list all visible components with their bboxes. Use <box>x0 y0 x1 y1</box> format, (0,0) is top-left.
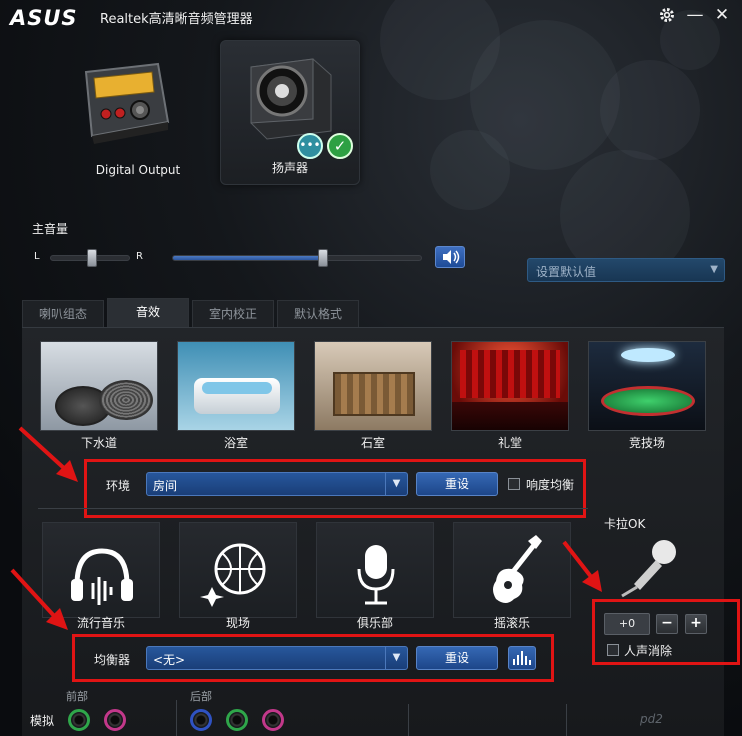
volume-slider-fill <box>173 256 322 260</box>
front-green-jack-icon[interactable] <box>68 709 90 731</box>
tab-sound-effects[interactable]: 音效 <box>107 298 189 328</box>
equalizer-select[interactable]: <无> ▼ <box>146 646 408 670</box>
rear-blue-jack-icon[interactable] <box>190 709 212 731</box>
disco-ball-icon <box>200 543 266 607</box>
watermark-text: pd2 <box>640 712 663 726</box>
footer-divider <box>408 704 409 736</box>
vocal-cancel-checkbox[interactable] <box>607 644 619 656</box>
tab-room-correction[interactable]: 室内校正 <box>192 300 274 328</box>
front-pink-jack-icon[interactable] <box>104 709 126 731</box>
vocal-cancel-label: 人声消除 <box>624 644 673 658</box>
balance-slider-thumb[interactable] <box>87 249 97 267</box>
arena-image <box>588 341 706 431</box>
footer-divider <box>566 704 567 736</box>
environment-auditorium[interactable]: 礼堂 <box>451 341 569 453</box>
karaoke-minus-button[interactable]: − <box>656 614 678 634</box>
device-label: 扬声器 <box>271 161 308 175</box>
jack-divider <box>176 700 177 736</box>
environment-row-label: 环境 <box>106 479 131 493</box>
environment-arena[interactable]: 竞技场 <box>588 341 706 453</box>
environment-label: 竞技场 <box>628 436 665 450</box>
front-jacks-label: 前部 <box>66 690 88 703</box>
master-volume-title: 主音量 <box>32 222 69 236</box>
device-speaker[interactable]: ••• ✓ 扬声器 <box>220 40 360 185</box>
rear-pink-jack-icon[interactable] <box>262 709 284 731</box>
karaoke-key-value: +0 <box>604 613 650 635</box>
environment-label: 礼堂 <box>497 436 522 450</box>
eq-preset-label: 俱乐部 <box>356 616 393 630</box>
microphone-icon <box>357 545 395 605</box>
chevron-down-icon: ▼ <box>385 647 407 669</box>
chat-icon: ••• <box>297 133 323 159</box>
karaoke-title: 卡拉OK <box>604 517 646 531</box>
eq-preset-label: 现场 <box>225 616 250 630</box>
balance-left-label: L <box>34 251 40 262</box>
device-label: Digital Output <box>95 163 181 177</box>
environment-label: 石室 <box>360 436 385 450</box>
environment-select-value: 房间 <box>153 479 178 493</box>
chevron-down-icon: ▼ <box>385 473 407 495</box>
eq-preset-club[interactable] <box>316 522 434 618</box>
set-default-device-select[interactable]: 设置默认值 ▼ <box>527 258 725 282</box>
sewer-image <box>40 341 158 431</box>
annotation-arrow <box>18 426 78 482</box>
realtek-audio-manager-window: ASUS Realtek高清晰音频管理器 — ✕ Digital Output <box>0 0 742 736</box>
balance-slider[interactable] <box>50 249 130 267</box>
volume-slider-thumb[interactable] <box>318 249 328 267</box>
annotation-arrow <box>10 568 68 630</box>
device-digital-output[interactable]: Digital Output <box>68 40 208 185</box>
eq-preset-rock[interactable] <box>453 522 571 618</box>
karaoke-microphone-icon <box>621 540 676 598</box>
digital-output-icon <box>84 62 170 144</box>
eq-preset-label: 摇滚乐 <box>493 616 530 630</box>
checkmark-icon: ✓ <box>327 133 353 159</box>
bathroom-image <box>177 341 295 431</box>
tab-default-format[interactable]: 默认格式 <box>277 300 359 328</box>
chevron-down-icon: ▼ <box>710 264 718 275</box>
graphic-equalizer-icon <box>513 651 531 665</box>
annotation-arrow <box>562 540 602 592</box>
loudness-equalization-checkbox[interactable] <box>508 478 520 490</box>
stone-room-image <box>314 341 432 431</box>
analog-label: 模拟 <box>30 714 55 728</box>
window-title: Realtek高清晰音频管理器 <box>100 12 253 27</box>
speaker-volume-icon <box>443 250 460 264</box>
loudness-equalization-label: 响度均衡 <box>526 478 575 492</box>
environment-label: 浴室 <box>223 436 248 450</box>
close-button[interactable]: ✕ <box>711 4 733 26</box>
asus-logo: ASUS <box>10 6 78 30</box>
environment-select[interactable]: 房间 ▼ <box>146 472 408 496</box>
karaoke-plus-button[interactable]: + <box>685 614 707 634</box>
eq-preset-live[interactable] <box>179 522 297 618</box>
guitar-icon <box>493 535 542 603</box>
mute-button[interactable] <box>435 246 465 268</box>
title-bar: ASUS Realtek高清晰音频管理器 — ✕ <box>0 0 742 32</box>
environment-stone-room[interactable]: 石室 <box>314 341 432 453</box>
minimize-button[interactable]: — <box>684 4 706 26</box>
section-divider <box>38 508 588 509</box>
volume-slider[interactable] <box>172 249 422 267</box>
speaker-icon <box>250 58 332 140</box>
tab-speaker-config[interactable]: 喇叭组态 <box>22 300 104 328</box>
set-default-device-label: 设置默认值 <box>536 265 597 279</box>
rear-jacks-label: 后部 <box>190 690 212 703</box>
environment-bathroom[interactable]: 浴室 <box>177 341 295 453</box>
equalizer-select-value: <无> <box>153 653 186 667</box>
balance-right-label: R <box>136 251 143 262</box>
environment-reset-button[interactable]: 重设 <box>416 472 498 496</box>
rear-green-jack-icon[interactable] <box>226 709 248 731</box>
graphic-equalizer-button[interactable] <box>508 646 536 670</box>
auditorium-image <box>451 341 569 431</box>
equalizer-reset-button[interactable]: 重设 <box>416 646 498 670</box>
gear-icon[interactable] <box>656 4 678 26</box>
equalizer-row-label: 均衡器 <box>94 653 131 667</box>
